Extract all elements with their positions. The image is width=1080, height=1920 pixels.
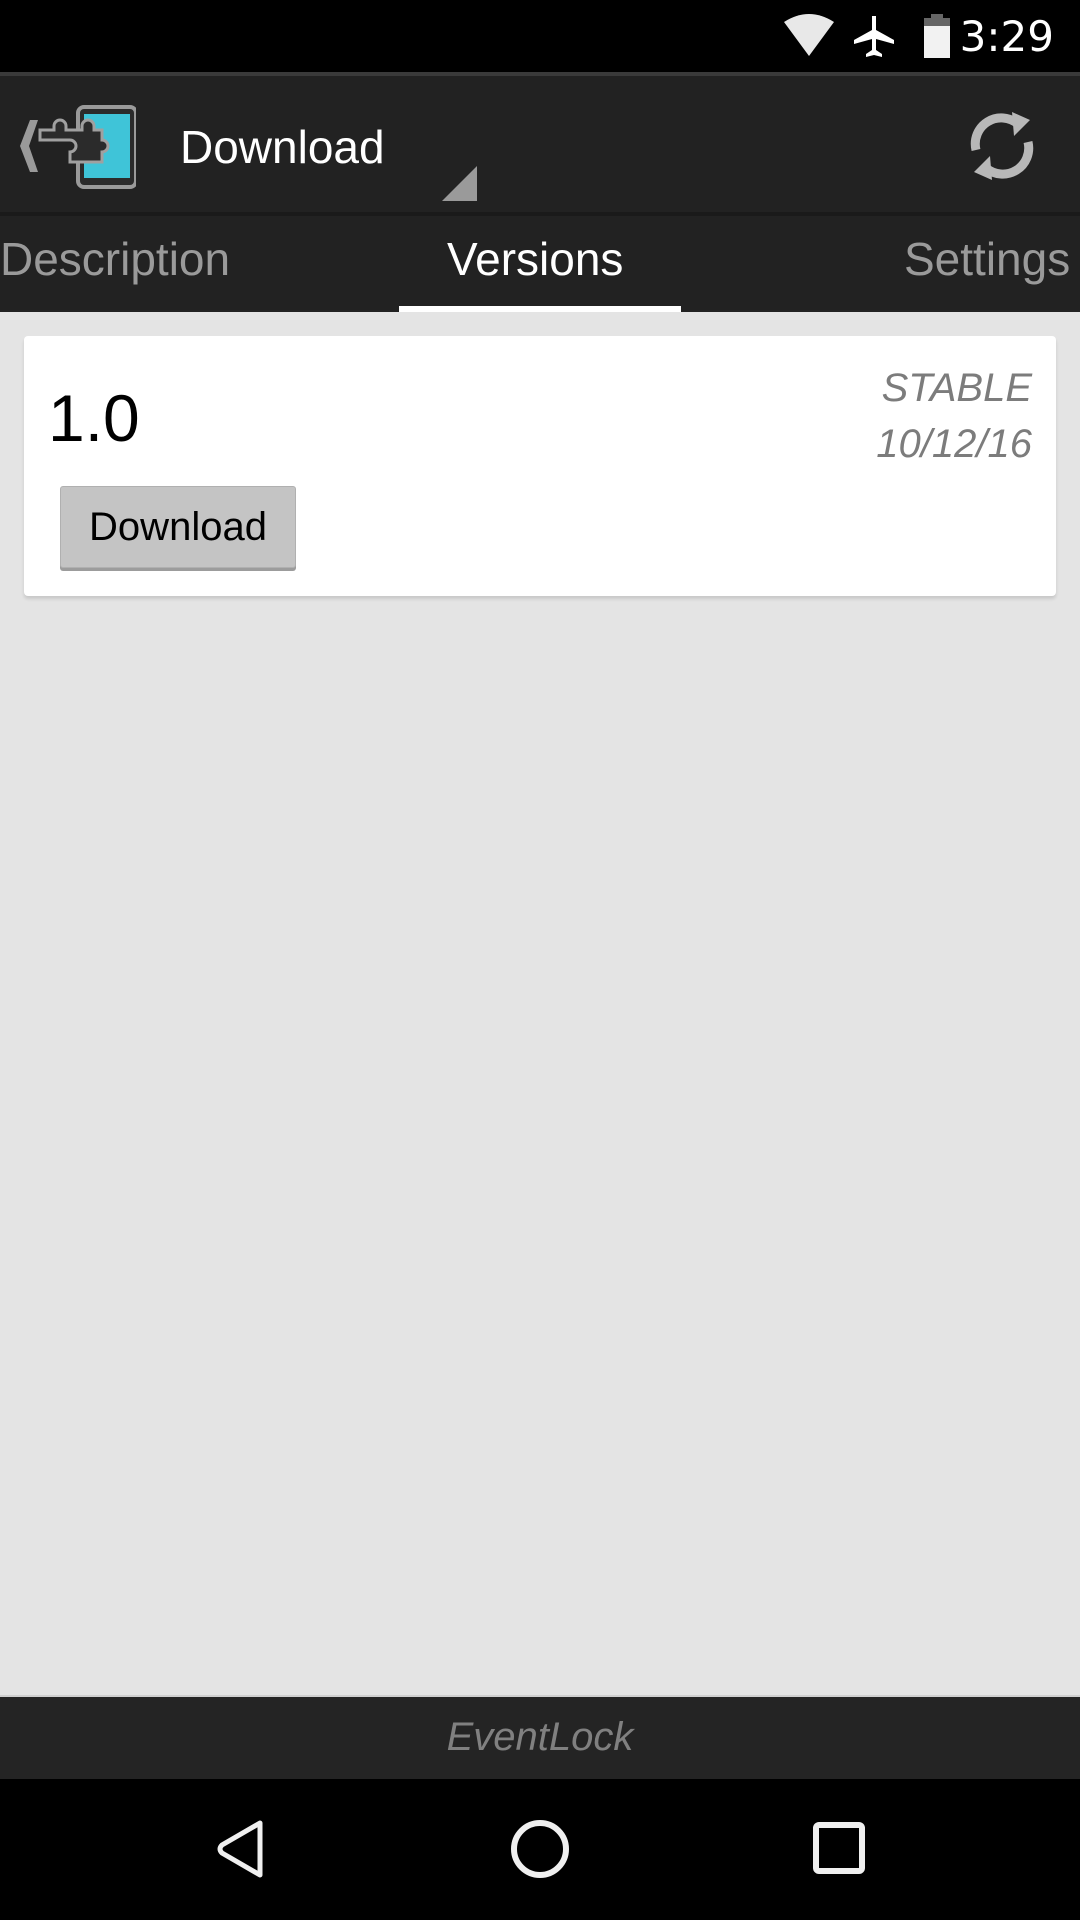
version-number: 1.0: [48, 381, 140, 455]
download-button[interactable]: Download: [60, 486, 296, 568]
action-bar: Download: [0, 72, 1080, 212]
page-title: Download: [180, 121, 385, 173]
status-bar: 3:29: [0, 0, 1080, 72]
recents-icon[interactable]: [800, 1809, 880, 1889]
module-footer: EventLock: [0, 1695, 1080, 1779]
tab-versions[interactable]: Versions: [447, 232, 623, 286]
tab-description[interactable]: Description: [0, 232, 230, 286]
battery-icon: [924, 14, 950, 58]
version-card: 1.0 STABLE 10/12/16 Download: [24, 336, 1056, 596]
home-icon[interactable]: [500, 1809, 580, 1889]
release-type: STABLE: [881, 366, 1032, 410]
refresh-icon[interactable]: [962, 106, 1042, 186]
airplane-mode-icon: [854, 16, 894, 57]
release-date: 10/12/16: [876, 422, 1032, 466]
module-name: EventLock: [446, 1715, 634, 1759]
back-icon[interactable]: [200, 1809, 280, 1889]
active-tab-indicator: [399, 306, 681, 312]
dropdown-indicator-icon[interactable]: [442, 166, 477, 201]
tab-settings[interactable]: Settings: [904, 232, 1070, 286]
wifi-icon: [784, 14, 834, 56]
tab-bar: Description Versions Settings: [0, 212, 1080, 312]
xposed-installer-icon[interactable]: [10, 104, 136, 190]
status-time: 3:29: [959, 12, 1054, 61]
navigation-bar: [0, 1779, 1080, 1920]
